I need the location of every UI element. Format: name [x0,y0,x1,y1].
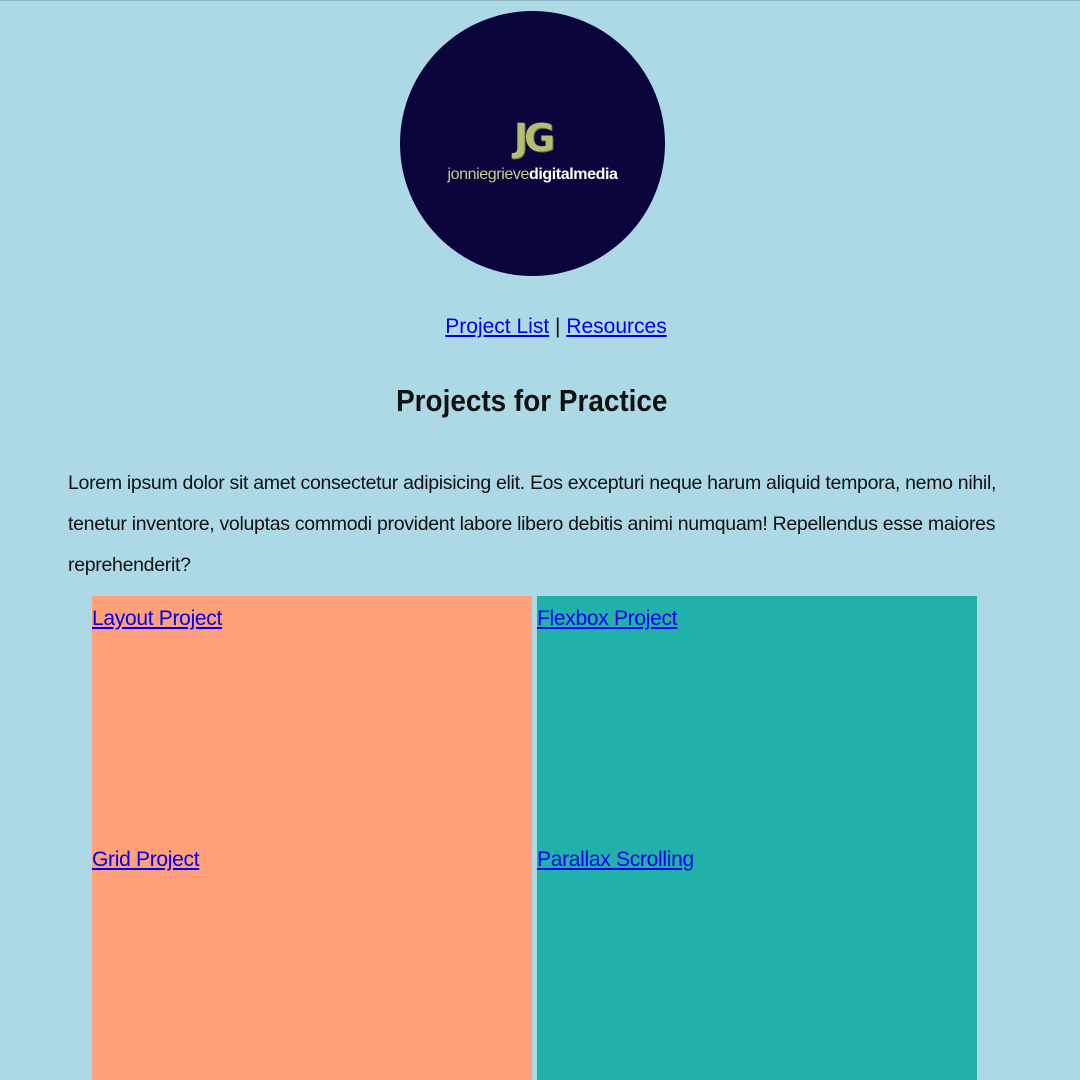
nav-link-resources[interactable]: Resources [566,315,666,338]
site-logo[interactable]: JG jonniegrievedigitalmedia [400,11,665,276]
intro-paragraph: Lorem ipsum dolor sit amet consectetur a… [68,472,997,576]
project-tile-left: Layout Project Grid Project [92,596,532,1080]
logo-wordmark: jonniegrievedigitalmedia [400,165,665,185]
project-link-layout[interactable]: Layout Project [92,604,222,634]
nav-link-project-list[interactable]: Project List [445,315,549,338]
main-nav: Project List | Resources [0,312,1080,342]
project-tile-right: Flexbox Project Parallax Scrolling [537,596,977,1080]
logo-wordmark-part1: jonniegrieve [447,166,529,183]
nav-separator: | [555,315,561,338]
project-link-flexbox[interactable]: Flexbox Project [537,604,678,634]
page-title-text: Projects for Practice [396,383,668,418]
project-link-parallax[interactable]: Parallax Scrolling [537,845,694,875]
page: JG jonniegrievedigitalmedia Project List… [0,0,1080,1080]
logo-monogram: JG [513,116,555,160]
project-link-grid[interactable]: Grid Project [92,845,200,875]
logo-wordmark-part2: digitalmedia [528,166,618,183]
page-title: Projects for Practice [0,379,1080,423]
